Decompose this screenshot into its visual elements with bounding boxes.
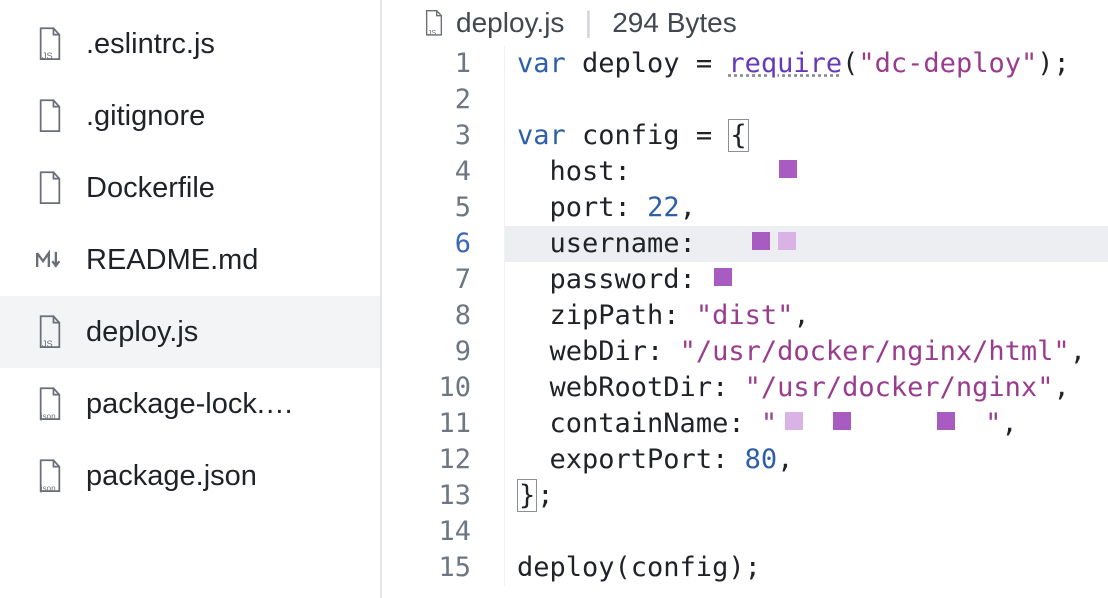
svg-text:json: json: [40, 484, 56, 493]
file-item-package-lock[interactable]: json package-lock.…: [0, 368, 380, 440]
file-header-size: 294 Bytes: [612, 7, 737, 39]
file-item-gitignore[interactable]: .gitignore: [0, 80, 380, 152]
line-number: 3: [412, 118, 471, 154]
file-item-readme[interactable]: README.md: [0, 224, 380, 296]
code-line-active: username:: [505, 226, 1108, 262]
line-number: 4: [412, 154, 471, 190]
code-line: host:: [505, 154, 1108, 190]
svg-text:json: json: [40, 412, 56, 421]
file-label: package.json: [86, 460, 257, 493]
code-line: };: [505, 478, 1108, 514]
code-line: var deploy = require("dc-deploy");: [505, 46, 1108, 82]
json-file-icon: json: [36, 386, 64, 422]
code-content[interactable]: var deploy = require("dc-deploy"); var c…: [504, 46, 1108, 586]
line-number: 13: [412, 478, 471, 514]
file-label: README.md: [86, 244, 258, 277]
file-item-package[interactable]: json package.json: [0, 440, 380, 512]
svg-text:JS: JS: [42, 339, 53, 349]
line-number: 1: [412, 46, 471, 82]
redacted-value: [744, 227, 796, 263]
file-label: deploy.js: [86, 316, 198, 349]
js-file-icon: JS: [422, 8, 446, 38]
svg-text:JS: JS: [42, 51, 53, 61]
md-file-icon: [36, 242, 64, 278]
line-number: 15: [412, 550, 471, 586]
file-header: JS deploy.js | 294 Bytes: [412, 0, 1108, 46]
redacted-value: [771, 155, 797, 191]
line-number-active: 6: [412, 226, 471, 262]
line-number: 14: [412, 514, 471, 550]
editor-pane: JS deploy.js | 294 Bytes 1 2 3 4 5 6 7 8…: [382, 0, 1108, 598]
file-header-name: deploy.js: [456, 7, 564, 39]
file-icon: [36, 170, 64, 206]
code-line: var config = {: [505, 118, 1108, 154]
line-number: 8: [412, 298, 471, 334]
code-line: [505, 514, 1108, 550]
line-number: 2: [412, 82, 471, 118]
line-number: 7: [412, 262, 471, 298]
code-line: zipPath: "dist",: [505, 298, 1108, 334]
code-line: exportPort: 80,: [505, 442, 1108, 478]
redacted-value: [706, 263, 732, 299]
code-line: [505, 82, 1108, 118]
code-line: containName: "",: [505, 406, 1108, 442]
file-item-eslintrc[interactable]: JS .eslintrc.js: [0, 8, 380, 80]
file-label: package-lock.…: [86, 388, 294, 421]
file-label: .gitignore: [86, 100, 205, 133]
code-line: deploy(config);: [505, 550, 1108, 586]
line-number: 12: [412, 442, 471, 478]
code-line: password:: [505, 262, 1108, 298]
file-icon: [36, 98, 64, 134]
file-label: .eslintrc.js: [86, 28, 215, 61]
redacted-value: [777, 407, 955, 443]
line-number: 5: [412, 190, 471, 226]
svg-text:JS: JS: [428, 28, 437, 37]
file-label: Dockerfile: [86, 172, 215, 205]
js-file-icon: JS: [36, 26, 64, 62]
code-line: webDir: "/usr/docker/nginx/html",: [505, 334, 1108, 370]
header-divider: |: [584, 6, 592, 40]
line-gutter: 1 2 3 4 5 6 7 8 9 10 11 12 13 14 15: [412, 46, 504, 586]
json-file-icon: json: [36, 458, 64, 494]
js-file-icon: JS: [36, 314, 64, 350]
code-line: webRootDir: "/usr/docker/nginx",: [505, 370, 1108, 406]
code-line: port: 22,: [505, 190, 1108, 226]
file-item-deploy[interactable]: JS deploy.js: [0, 296, 380, 368]
code-editor[interactable]: 1 2 3 4 5 6 7 8 9 10 11 12 13 14 15 var …: [412, 46, 1108, 586]
file-explorer: JS .eslintrc.js .gitignore Dockerfile RE…: [0, 0, 382, 598]
file-item-dockerfile[interactable]: Dockerfile: [0, 152, 380, 224]
line-number: 10: [412, 370, 471, 406]
line-number: 11: [412, 406, 471, 442]
line-number: 9: [412, 334, 471, 370]
